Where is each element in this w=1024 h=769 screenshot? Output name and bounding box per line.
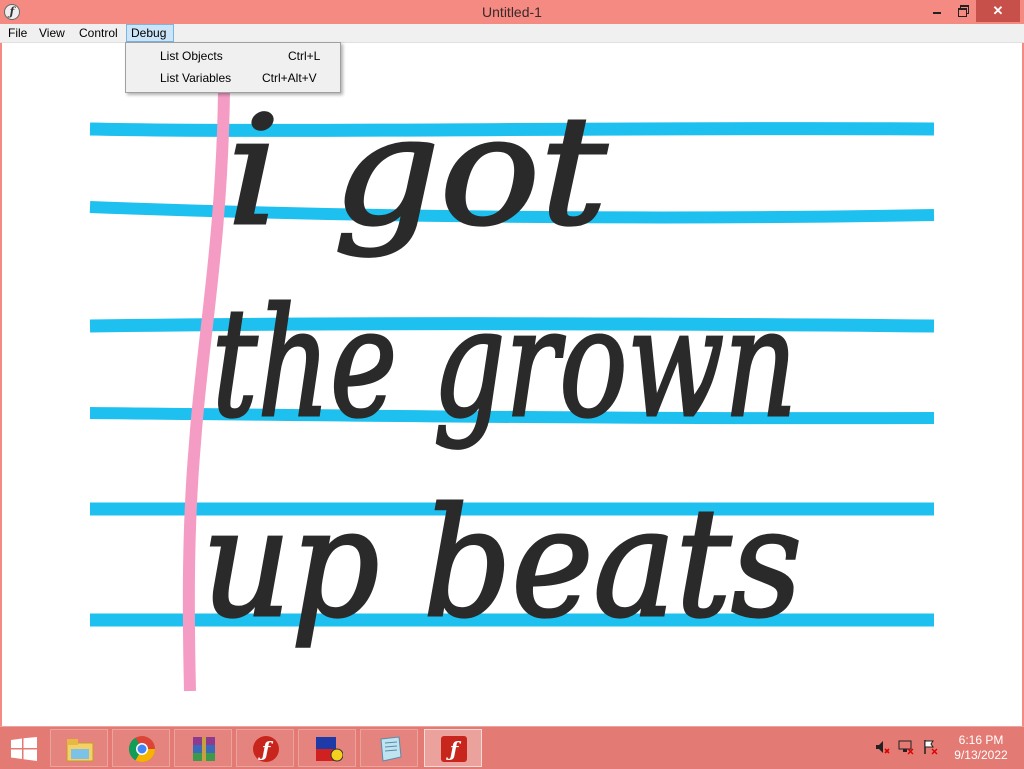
- clock-date: 9/13/2022: [954, 748, 1008, 762]
- winrar-icon: [193, 737, 215, 761]
- restore-icon-back: [958, 8, 967, 17]
- mb-icon: [316, 737, 343, 762]
- action-center-icon[interactable]: [922, 739, 938, 755]
- menu-bar: File View Control Debug: [0, 24, 1024, 43]
- windows-start-icon[interactable]: [10, 737, 38, 761]
- file-explorer-icon: [66, 739, 94, 762]
- menu-item-list-objects[interactable]: List Objects Ctrl+L: [128, 45, 338, 67]
- taskbar-mb[interactable]: [298, 729, 356, 767]
- flash-icon: ƒ: [253, 736, 279, 762]
- menu-file[interactable]: File: [4, 24, 31, 42]
- taskbar-flash-player[interactable]: ƒ: [424, 729, 482, 767]
- window-title: Untitled-1: [482, 4, 542, 20]
- flash-player-icon: ƒ: [441, 736, 467, 762]
- network-icon[interactable]: [898, 739, 914, 755]
- clock-time: 6:16 PM: [958, 733, 1004, 747]
- volume-muted-icon[interactable]: [874, 739, 890, 755]
- menu-view[interactable]: View: [35, 24, 69, 42]
- menu-item-shortcut: Ctrl+Alt+V: [262, 71, 317, 85]
- taskbar: ƒ ƒ 6:16 PM 9/13/2022: [0, 726, 1024, 769]
- handwriting-line-3: up beats: [202, 477, 802, 651]
- restore-button[interactable]: [950, 0, 976, 22]
- taskbar-clock[interactable]: 6:16 PM 9/13/2022: [948, 733, 1014, 763]
- title-bar[interactable]: ƒ Untitled-1 ✕: [0, 0, 1024, 24]
- taskbar-chrome[interactable]: [112, 729, 170, 767]
- taskbar-file-explorer[interactable]: [50, 729, 108, 767]
- menu-item-list-variables[interactable]: List Variables Ctrl+Alt+V: [128, 67, 338, 89]
- movie-stage[interactable]: i got the grown up beats: [2, 43, 1022, 726]
- notepad-icon: [380, 736, 402, 762]
- minimize-icon: [933, 12, 941, 14]
- flash-player-window: ƒ Untitled-1 ✕ File View Control Debug i…: [0, 0, 1024, 726]
- menu-debug[interactable]: Debug: [126, 24, 174, 42]
- menu-item-label: List Variables: [160, 71, 232, 85]
- handwriting-line-1: i got: [227, 85, 608, 259]
- close-button[interactable]: ✕: [976, 0, 1020, 22]
- taskbar-notepad[interactable]: [360, 729, 418, 767]
- menu-item-shortcut: Ctrl+L: [288, 49, 321, 63]
- menu-control[interactable]: Control: [75, 24, 122, 42]
- debug-menu-dropdown: List Objects Ctrl+L List Variables Ctrl+…: [125, 42, 341, 93]
- menu-item-label: List Objects: [160, 49, 223, 63]
- taskbar-winrar[interactable]: [174, 729, 232, 767]
- taskbar-flash[interactable]: ƒ: [236, 729, 294, 767]
- notebook-drawing: i got the grown up beats: [89, 84, 935, 692]
- chrome-icon: [128, 736, 156, 763]
- handwriting-line-2: the grown: [212, 277, 797, 451]
- handwriting: i got the grown up beats: [201, 84, 804, 653]
- close-icon: ✕: [992, 3, 1004, 18]
- minimize-button[interactable]: [924, 0, 950, 22]
